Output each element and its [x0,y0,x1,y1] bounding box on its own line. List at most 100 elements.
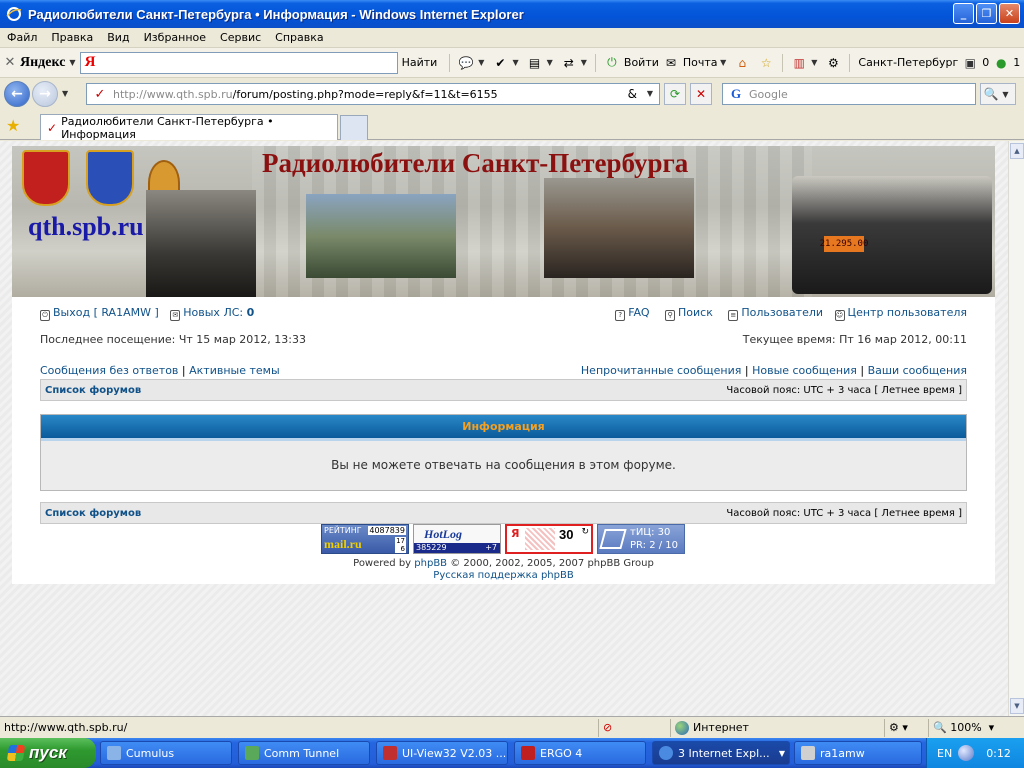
speech-bubble-icon[interactable]: 💬 [457,54,475,72]
taskbar-item-ergo[interactable]: ERGO 4 [514,741,646,765]
timezone: Часовой пояс: UTC + 3 часа [ Летнее врем… [726,507,962,519]
taskbar-item-ra1amw[interactable]: ra1amw [794,741,922,765]
forward-button[interactable]: → [32,81,58,107]
unread-link[interactable]: Непрочитанные сообщения [581,364,741,377]
banner-site-name[interactable]: qth.spb.ru [28,212,144,242]
yandex-find-button[interactable]: Найти [402,56,438,69]
menu-tools[interactable]: Сервис [213,31,268,44]
popup-blocked-icon[interactable]: ⊘ [598,718,670,737]
timezone: Часовой пояс: UTC + 3 часа [ Летнее врем… [726,384,962,396]
logout-link[interactable]: Выход [ RA1AMW ] [53,306,159,319]
taskbar-item-internet-explorer[interactable]: 3 Internet Expl... ▼ [652,741,790,765]
search-dropdown-icon[interactable]: ▼ [1002,90,1008,99]
unanswered-link[interactable]: Сообщения без ответов [40,364,178,377]
mailru-n1: 17 [396,537,405,545]
yandex-menu-dropdown-icon[interactable]: ▼ [69,58,75,67]
scroll-up-button[interactable]: ▲ [1010,143,1024,159]
search-link[interactable]: Поиск [678,306,713,319]
yandex-mail-button[interactable]: Почта [683,56,718,69]
info-message: Вы не можете отвечать на сообщения в это… [331,458,676,472]
menu-favorites[interactable]: Избранное [137,31,213,44]
link-separator: | [860,364,865,377]
spellcheck-icon[interactable]: ✔ [491,54,509,72]
yandex-logo[interactable]: Яндекс [20,55,65,71]
url-dropdown-icon[interactable]: ▼ [647,89,653,98]
yandex-input-logo: Я [84,54,96,70]
weather-city[interactable]: Санкт-Петербург [858,56,958,69]
dictionary-icon[interactable]: ⇄ [560,54,578,72]
group-dropdown-icon[interactable]: ▼ [779,749,785,758]
yandex-counter-value: 30 [559,527,574,542]
security-zone[interactable]: Интернет [670,718,884,737]
powered-prefix: Powered by [353,558,415,569]
yandex-counter[interactable]: Я 30 ↻ [505,524,593,554]
active-topics-link[interactable]: Активные темы [189,364,280,377]
gear-icon[interactable]: ⚙ [824,54,842,72]
user-cp-link[interactable]: Центр пользователя [848,306,967,319]
your-posts-link[interactable]: Ваши сообщения [868,364,967,377]
taskbar-item-comm-tunnel[interactable]: Comm Tunnel [238,741,370,765]
scroll-down-button[interactable]: ▼ [1010,698,1024,714]
taskbar-item-uiview[interactable]: UI-View32 V2.03 ... [376,741,508,765]
bookmark-star-icon[interactable]: ☆ [757,54,775,72]
refresh-button[interactable]: ⟳ [664,83,686,105]
back-button[interactable]: ← [4,81,30,107]
close-button[interactable]: ✕ [999,3,1020,24]
new-pm-count[interactable]: 0 [247,306,255,319]
mailru-counter[interactable]: РЕЙТИНГ 4087839 mail.ru 17 6 [321,524,409,554]
task-label: ERGO 4 [540,746,583,760]
forum-index-link[interactable]: Список форумов [45,508,141,519]
history-dropdown-icon[interactable]: ▼ [62,89,68,98]
system-tray: EN 0:12 [926,738,1024,768]
hotlog-counter[interactable]: HotLog 385229 +7 [413,524,501,554]
favorites-star-icon[interactable]: ★ [6,116,20,135]
phpbb-link[interactable]: phpBB [414,558,447,569]
russian-support-link[interactable]: Русская поддержка phpBB [433,570,573,581]
yandex-counter-logo: Я [511,527,520,540]
spb-coat-of-arms-icon [22,150,70,206]
protected-mode-icon[interactable]: ⚙ ▾ [884,718,928,737]
members-link[interactable]: Пользователи [741,306,823,319]
yandex-login-button[interactable]: Войти [624,56,659,69]
new-tab-button[interactable] [340,115,368,140]
menu-edit[interactable]: Правка [44,31,100,44]
tic-pr-counter[interactable]: тИЦ: 30 PR: 2 / 10 [597,524,685,554]
google-search-input[interactable]: G Google [722,83,976,105]
dropdown-icon[interactable]: ▼ [512,58,518,67]
translate-icon[interactable]: ▤ [526,54,544,72]
yandex-search-input[interactable]: Я [79,51,398,74]
dropdown-icon[interactable]: ▼ [811,58,817,67]
dropdown-icon[interactable]: ▼ [581,58,587,67]
banner-title[interactable]: Радиолюбители Санкт-Петербурга [262,148,688,179]
menu-help[interactable]: Справка [268,31,330,44]
search-button[interactable]: 🔍 ▼ [980,83,1016,105]
vertical-scrollbar[interactable]: ▲ ▼ [1008,141,1024,716]
language-indicator[interactable]: EN [937,747,952,760]
faq-link[interactable]: FAQ [628,306,649,319]
zoom-control[interactable]: 🔍 100% ▾ [928,718,1006,737]
bookmarks-icon[interactable]: ▥ [790,54,808,72]
russian-support: Русская поддержка phpBB [12,570,995,581]
new-posts-link[interactable]: Новые сообщения [752,364,857,377]
clock[interactable]: 0:12 [986,747,1011,760]
stop-button[interactable]: ✕ [690,83,712,105]
network-icon[interactable] [958,745,975,761]
dropdown-icon[interactable]: ▼ [718,58,726,67]
address-bar: ← → ▼ ✓ http://www.qth.spb.ru/forum/post… [0,78,1024,112]
menu-view[interactable]: Вид [100,31,136,44]
close-toolbar-icon[interactable]: ✕ [0,55,20,70]
url-input[interactable]: ✓ http://www.qth.spb.ru/forum/posting.ph… [86,83,660,105]
menu-file[interactable]: Файл [0,31,44,44]
tab-active[interactable]: ✓ Радиолюбители Санкт-Петербурга • Инфор… [40,114,338,141]
home-icon[interactable]: ⌂ [733,54,751,72]
start-button[interactable]: пуск [0,738,96,768]
new-pm-link[interactable]: Новых ЛС: [183,306,243,319]
taskbar-item-cumulus[interactable]: Cumulus [100,741,232,765]
forum-index-link[interactable]: Список форумов [45,385,141,396]
dropdown-icon[interactable]: ▼ [478,58,484,67]
url-text[interactable]: http://www.qth.spb.ru/forum/posting.php?… [113,88,498,101]
maximize-button[interactable]: ❐ [976,3,997,24]
dropdown-icon[interactable]: ▼ [547,58,553,67]
minimize-button[interactable]: _ [953,3,974,24]
compat-view-icon[interactable]: & [628,87,637,101]
